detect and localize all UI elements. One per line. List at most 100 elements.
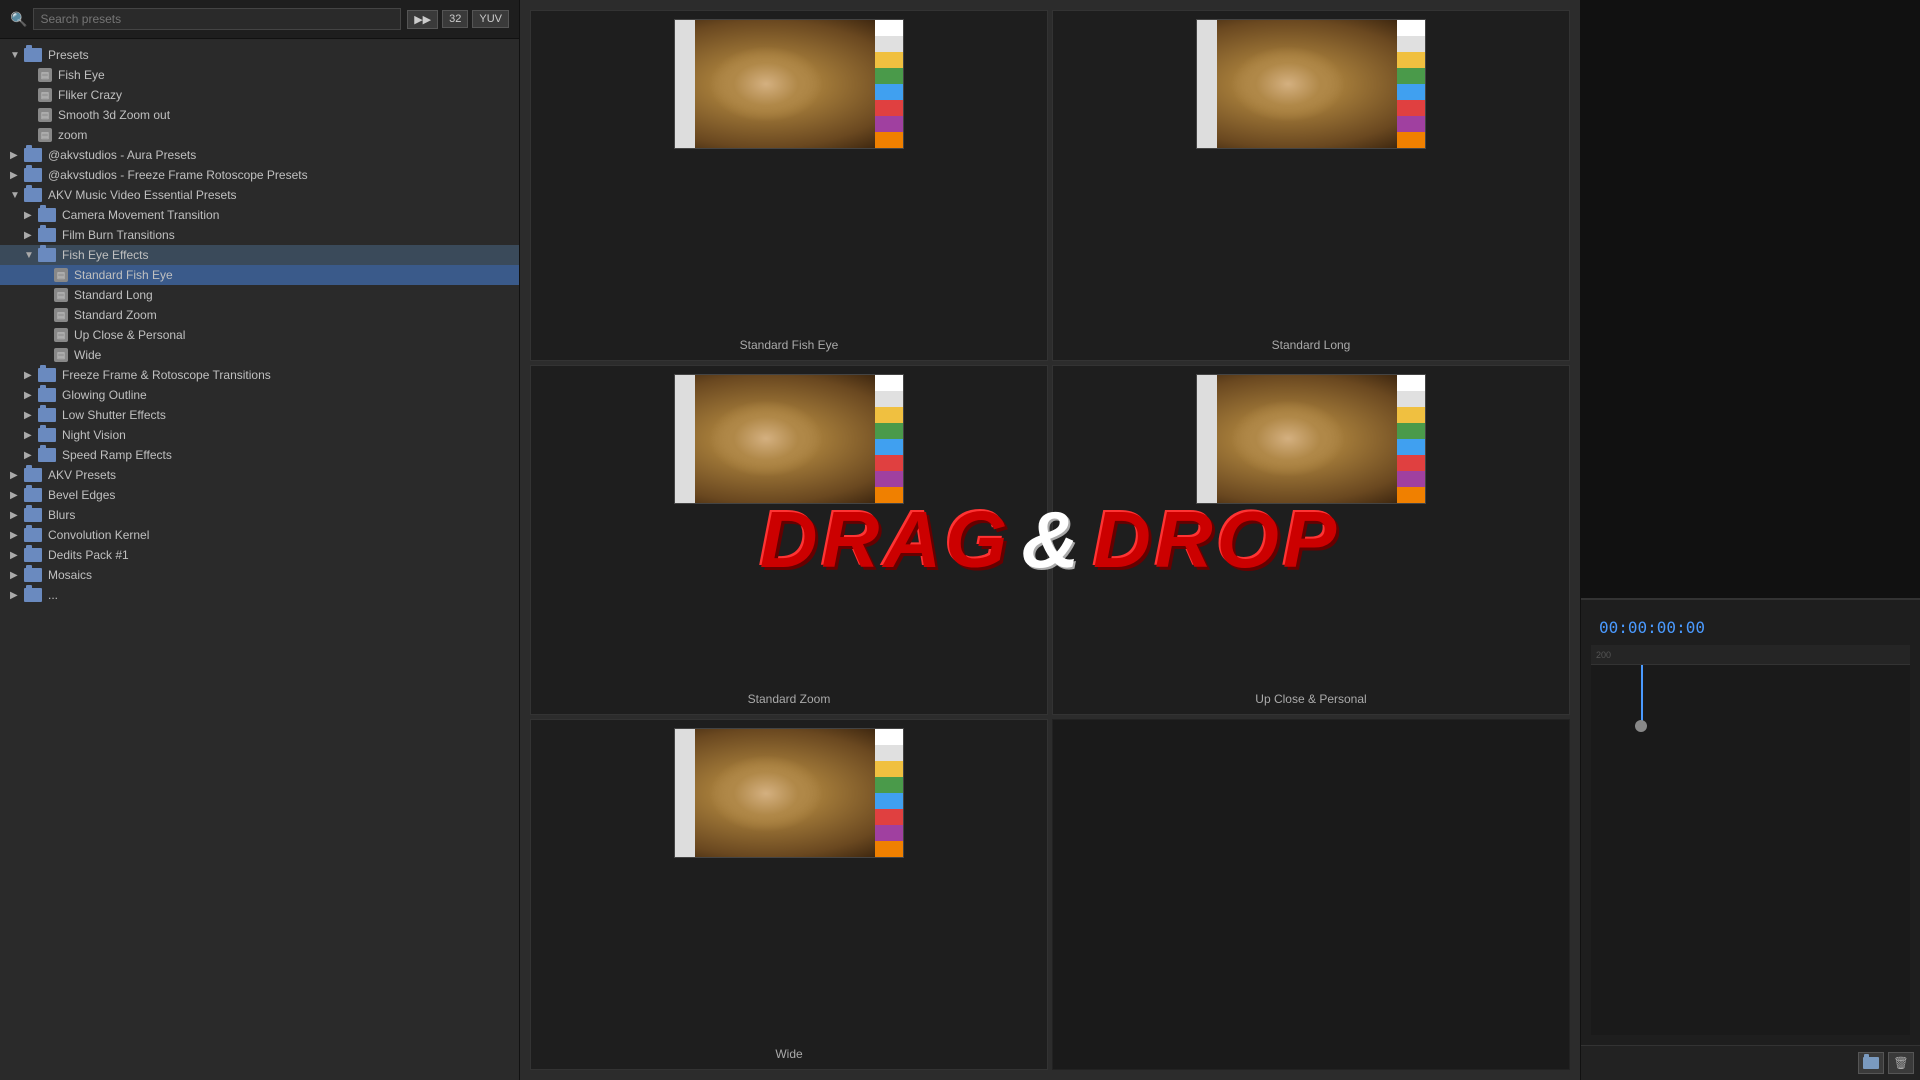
folder-icon-speed-ramp <box>38 448 56 462</box>
tree-item-presets-root[interactable]: ▼ Presets <box>0 45 519 65</box>
color-strip-4 <box>1397 375 1425 503</box>
color-bar <box>1397 116 1425 132</box>
tree-item-fish-eye-effects[interactable]: ▼ Fish Eye Effects <box>0 245 519 265</box>
tree-item-bevel-edges[interactable]: ▶ Bevel Edges <box>0 485 519 505</box>
label-fish-eye: Fish Eye <box>58 68 105 82</box>
thumbnail-wide <box>674 728 904 858</box>
folder-icon-low-shutter <box>38 408 56 422</box>
tree-item-mosaics[interactable]: ▶ Mosaics <box>0 565 519 585</box>
arrow-presets: ▼ <box>10 50 24 61</box>
color-bar <box>875 52 903 68</box>
tree-item-up-close[interactable]: Up Close & Personal <box>0 325 519 345</box>
color-bar <box>875 407 903 423</box>
preview-cell-standard-zoom[interactable]: Standard Zoom <box>530 365 1048 716</box>
tree-item-speed-ramp[interactable]: ▶ Speed Ramp Effects <box>0 445 519 465</box>
playback-btn[interactable]: ▶▶ <box>407 10 438 29</box>
color-bar <box>875 84 903 100</box>
thumbnail-standard-fish-eye <box>674 19 904 149</box>
preset-icon-fliker <box>38 88 52 102</box>
preview-cell-standard-long[interactable]: Standard Long <box>1052 10 1570 361</box>
folder-icon-glowing <box>38 388 56 402</box>
arrow-low-shutter: ▶ <box>24 410 38 421</box>
label-more: ... <box>48 588 58 602</box>
timeline-area: 200 <box>1591 645 1910 1035</box>
tree-item-freeze-frame[interactable]: ▶ Freeze Frame & Rotoscope Transitions <box>0 365 519 385</box>
color-bar <box>1397 471 1425 487</box>
tree-item-fliker-crazy[interactable]: Fliker Crazy <box>0 85 519 105</box>
tree-item-zoom[interactable]: zoom <box>0 125 519 145</box>
thumbnail-up-close <box>1196 374 1426 504</box>
size-btn[interactable]: 32 <box>442 10 468 28</box>
label-up-close: Up Close & Personal <box>74 328 185 342</box>
preview-cell-wide[interactable]: Wide <box>530 719 1048 1070</box>
label-low-shutter: Low Shutter Effects <box>62 408 166 422</box>
color-bar <box>875 36 903 52</box>
tree-item-standard-long[interactable]: Standard Long <box>0 285 519 305</box>
color-bar <box>875 116 903 132</box>
dog-image-4 <box>1197 375 1425 503</box>
preset-icon-fish-eye <box>38 68 52 82</box>
tree-item-smooth3d[interactable]: Smooth 3d Zoom out <box>0 105 519 125</box>
tree-item-glowing-outline[interactable]: ▶ Glowing Outline <box>0 385 519 405</box>
tree-item-convolution[interactable]: ▶ Convolution Kernel <box>0 525 519 545</box>
tree-item-dedits[interactable]: ▶ Dedits Pack #1 <box>0 545 519 565</box>
dog-image-5 <box>675 729 903 857</box>
preview-cell-standard-fish-eye[interactable]: Standard Fish Eye <box>530 10 1048 361</box>
folder-icon-bevel <box>24 488 42 502</box>
white-strip-2 <box>1197 20 1217 148</box>
preview-cell-up-close[interactable]: Up Close & Personal <box>1052 365 1570 716</box>
timeline-ruler: 200 <box>1591 645 1910 665</box>
folder-icon-freeze-akv <box>24 168 42 182</box>
tree-item-standard-zoom[interactable]: Standard Zoom <box>0 305 519 325</box>
preview-label-standard-zoom: Standard Zoom <box>748 692 831 706</box>
tree-item-akvstudios-freeze[interactable]: ▶ @akvstudios - Freeze Frame Rotoscope P… <box>0 165 519 185</box>
tree-item-wide[interactable]: Wide <box>0 345 519 365</box>
search-input[interactable] <box>33 8 401 30</box>
arrow-glowing: ▶ <box>24 390 38 401</box>
tree-item-fish-eye[interactable]: Fish Eye <box>0 65 519 85</box>
folder-icon-night-vision <box>38 428 56 442</box>
playhead-diamond <box>1635 720 1647 732</box>
folder-icon-freeze-frame <box>38 368 56 382</box>
color-bar <box>875 455 903 471</box>
preview-label-up-close: Up Close & Personal <box>1255 692 1366 706</box>
tree-item-low-shutter[interactable]: ▶ Low Shutter Effects <box>0 405 519 425</box>
tree-item-film-burn[interactable]: ▶ Film Burn Transitions <box>0 225 519 245</box>
ruler-label: 200 <box>1596 650 1611 660</box>
right-bottom: 00:00:00:00 200 <box>1581 600 1920 1045</box>
color-bar <box>1397 423 1425 439</box>
folder-icon-film-burn <box>38 228 56 242</box>
color-bar <box>1397 68 1425 84</box>
bottom-toolbar: 🗑 <box>1581 1045 1920 1080</box>
tree-item-akv-music-video[interactable]: ▼ AKV Music Video Essential Presets <box>0 185 519 205</box>
delete-button[interactable]: 🗑 <box>1888 1052 1914 1074</box>
color-bar <box>1397 375 1425 391</box>
color-bar <box>1397 391 1425 407</box>
tree-item-standard-fish-eye[interactable]: Standard Fish Eye <box>0 265 519 285</box>
folder-small-icon <box>1863 1057 1879 1069</box>
preset-icon-smooth3d <box>38 108 52 122</box>
tree-item-camera-movement[interactable]: ▶ Camera Movement Transition <box>0 205 519 225</box>
thumbnail-standard-zoom <box>674 374 904 504</box>
tree-item-more[interactable]: ▶ ... <box>0 585 519 605</box>
yuv-btn[interactable]: YUV <box>472 10 509 28</box>
tree-item-blurs[interactable]: ▶ Blurs <box>0 505 519 525</box>
white-strip-1 <box>675 20 695 148</box>
search-bar: 🔍 ▶▶ 32 YUV <box>0 0 519 39</box>
folder-icon-convolution <box>24 528 42 542</box>
tree-item-night-vision[interactable]: ▶ Night Vision <box>0 425 519 445</box>
tree-item-akv-presets[interactable]: ▶ AKV Presets <box>0 465 519 485</box>
main-content: Standard Fish Eye <box>520 0 1580 1080</box>
label-night-vision: Night Vision <box>62 428 126 442</box>
folder-icon-aura <box>24 148 42 162</box>
color-bar <box>875 439 903 455</box>
color-bar <box>875 761 903 777</box>
tree-item-akvstudios-aura[interactable]: ▶ @akvstudios - Aura Presets <box>0 145 519 165</box>
folder-icon-music-video <box>24 188 42 202</box>
color-strip-1 <box>875 20 903 148</box>
color-bar <box>875 68 903 84</box>
folder-button[interactable] <box>1858 1052 1884 1074</box>
arrow-music-video: ▼ <box>10 190 24 201</box>
color-bar <box>875 100 903 116</box>
preview-label-wide: Wide <box>775 1047 802 1061</box>
